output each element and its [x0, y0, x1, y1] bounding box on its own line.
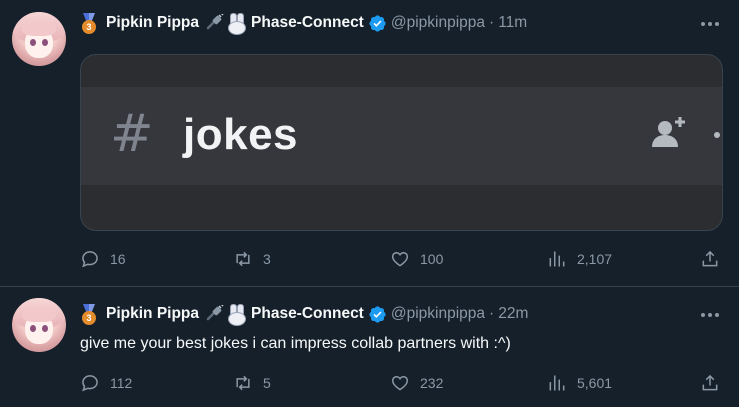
more-icon[interactable] — [699, 14, 721, 34]
view-count: 2,107 — [577, 251, 613, 267]
display-name[interactable]: Pipkin Pippa — [106, 305, 199, 323]
more-icon[interactable] — [699, 305, 721, 325]
bunny-icon — [227, 13, 247, 35]
separator: · — [489, 14, 495, 31]
retweet-count: 3 — [263, 251, 271, 267]
avatar-eye — [42, 39, 48, 46]
retweet-icon — [236, 375, 250, 391]
reply-count: 16 — [110, 251, 126, 267]
view-count: 5,601 — [577, 375, 613, 391]
tweet[interactable]: 3 Pipkin Pippa Phase-Connect @pipkinpipp… — [0, 0, 739, 287]
display-name[interactable]: Pipkin Pippa — [106, 14, 199, 32]
reply-icon — [82, 375, 98, 392]
reply-button[interactable]: 112 — [80, 372, 132, 394]
retweet-button[interactable]: 5 — [233, 372, 271, 394]
avatar-eye — [30, 39, 36, 46]
tweet-header: 3 Pipkin Pippa Phase-Connect @pipkinpipp… — [80, 302, 528, 326]
like-count: 100 — [420, 251, 444, 267]
share-icon — [702, 250, 718, 267]
add-user-icon — [649, 113, 689, 153]
reply-button[interactable]: 16 — [80, 248, 126, 270]
views-icon — [549, 251, 565, 267]
user-handle[interactable]: @pipkinpippa — [391, 305, 485, 323]
views-button[interactable]: 2,107 — [547, 248, 612, 270]
retweet-button[interactable]: 3 — [233, 248, 271, 270]
tweet-header: 3 Pipkin Pippa Phase-Connect @pipkinpipp… — [80, 11, 527, 35]
like-button[interactable]: 232 — [390, 372, 443, 394]
user-handle[interactable]: @pipkinpippa — [391, 14, 485, 32]
separator: · — [489, 305, 495, 322]
channel-header-bar — [81, 87, 722, 185]
reply-icon — [82, 251, 98, 268]
channel-name: jokes — [183, 110, 299, 159]
avatar-bangs — [22, 308, 56, 322]
avatar[interactable] — [12, 12, 66, 66]
hash-icon: # — [110, 104, 154, 164]
views-button[interactable]: 5,601 — [547, 372, 612, 394]
action-bar: 16 3 100 2,107 — [80, 248, 725, 270]
affiliation-name[interactable]: Phase-Connect — [251, 14, 364, 32]
avatar-eye — [42, 325, 48, 332]
share-icon — [702, 374, 718, 391]
like-icon — [391, 251, 409, 267]
more-dot — [714, 132, 720, 138]
plug-icon — [206, 11, 224, 33]
reply-count: 112 — [110, 375, 133, 391]
retweet-count: 5 — [263, 375, 271, 391]
retweet-icon — [236, 251, 250, 267]
affiliation-name[interactable]: Phase-Connect — [251, 305, 364, 323]
like-button[interactable]: 100 — [390, 248, 443, 270]
share-button[interactable] — [700, 248, 720, 270]
verified-badge-icon[interactable] — [368, 305, 387, 324]
timestamp[interactable]: 22m — [498, 305, 528, 323]
timestamp[interactable]: 11m — [498, 14, 527, 32]
share-button[interactable] — [700, 372, 720, 394]
medal-icon: 3 — [80, 304, 98, 325]
like-count: 232 — [420, 375, 444, 391]
tweet[interactable]: 3 Pipkin Pippa Phase-Connect @pipkinpipp… — [0, 287, 739, 407]
tweet-text: give me your best jokes i can impress co… — [80, 335, 511, 352]
media-image[interactable]: # jokes — [80, 54, 723, 231]
like-icon — [391, 375, 409, 391]
action-bar: 112 5 232 5,601 — [80, 372, 725, 394]
verified-badge-icon[interactable] — [368, 14, 387, 33]
bunny-icon — [227, 304, 247, 326]
plug-icon — [206, 302, 224, 324]
views-icon — [549, 375, 565, 391]
avatar-bangs — [22, 22, 56, 36]
avatar[interactable] — [12, 298, 66, 352]
medal-icon: 3 — [80, 13, 98, 34]
avatar-eye — [30, 325, 36, 332]
